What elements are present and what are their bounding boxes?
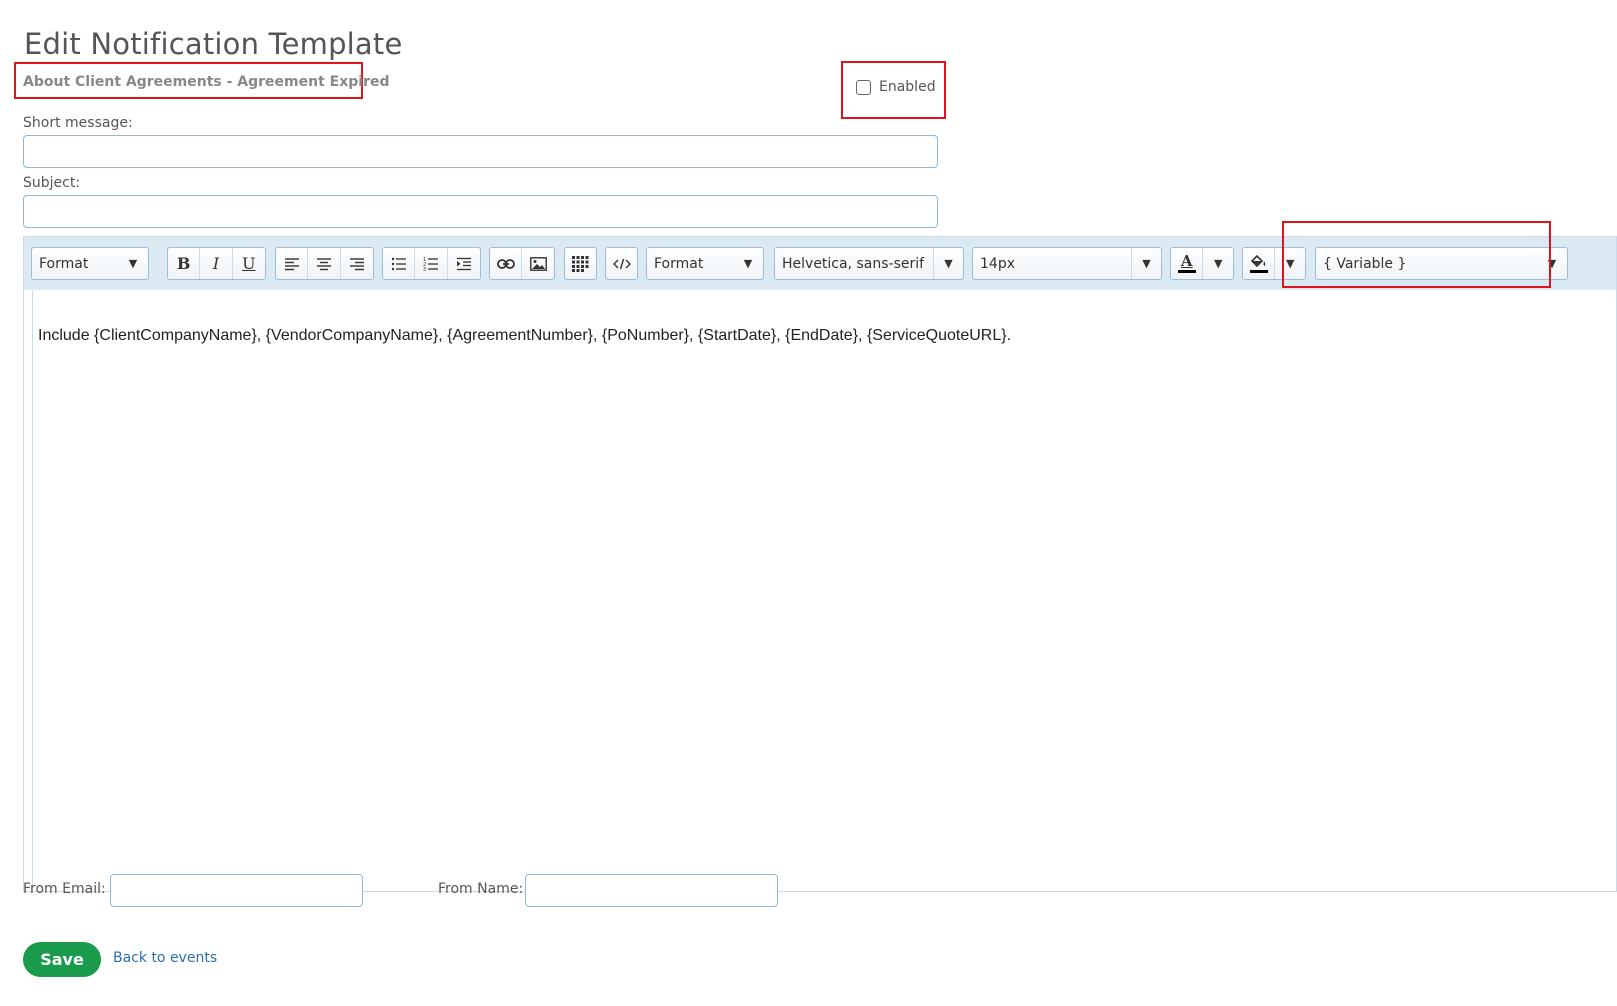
text-style-group: B I U [167,247,266,280]
subject-input[interactable] [23,195,938,228]
code-icon [612,258,631,269]
from-email-input[interactable] [110,874,363,907]
numbered-list-icon: 123 [423,257,439,271]
short-message-label: Short message: [23,115,133,131]
indent-icon [456,257,471,270]
font-family-value: Helvetica, sans-serif [782,255,925,272]
enabled-label: Enabled [879,79,936,95]
text-color-swatch [1177,270,1196,273]
image-button[interactable] [522,248,554,279]
variable-highlight [1282,221,1551,288]
svg-text:3: 3 [423,267,426,271]
paragraph-format-value: Format [654,255,704,272]
table-icon [572,255,589,272]
align-center-icon [317,257,332,270]
from-email-label: From Email: [23,881,106,897]
from-name-input[interactable] [525,874,778,907]
save-button[interactable]: Save [23,942,101,977]
bold-button[interactable]: B [168,248,201,279]
align-left-button[interactable] [276,248,309,279]
table-button[interactable] [565,248,596,279]
italic-button[interactable]: I [200,248,233,279]
list-group: 123 [382,247,481,280]
enabled-checkbox[interactable] [856,79,871,95]
text-color-icon: A [1180,252,1193,270]
image-icon [529,256,547,271]
chevron-down-icon: ▼ [743,257,753,270]
background-color-button[interactable] [1243,248,1276,279]
chevron-down-icon: ▼ [128,257,138,270]
chevron-down-icon: ▼ [933,248,963,279]
align-right-button[interactable] [341,248,373,279]
event-name: About Client Agreements - Agreement Expi… [23,74,390,90]
table-group [564,247,597,280]
short-message-input[interactable] [23,135,938,168]
code-group [605,247,638,280]
paragraph-format-dropdown[interactable]: Format ▼ [646,247,764,280]
chevron-down-icon: ▼ [1131,248,1161,279]
underline-icon: U [242,254,256,273]
block-format-value: Format [39,255,89,272]
font-family-dropdown[interactable]: Helvetica, sans-serif ▼ [774,247,964,280]
rich-text-editor: Format ▼ B I U 123 Format ▼ Helvetica, s… [23,236,1617,892]
editor-content[interactable]: Include {ClientCompanyName}, {VendorComp… [32,291,1616,891]
from-name-label: From Name: [438,881,524,897]
subject-label: Subject: [23,175,81,191]
back-to-events-link[interactable]: Back to events [113,950,217,966]
align-right-icon [349,257,364,270]
align-group [275,247,374,280]
italic-icon: I [212,254,220,273]
align-left-icon [284,257,299,270]
text-color-button[interactable]: A [1171,248,1204,279]
paint-bucket-icon [1251,254,1266,267]
text-color-group: A ▼ [1170,247,1234,280]
numbered-list-button[interactable]: 123 [415,248,448,279]
font-size-dropdown[interactable]: 14px ▼ [972,247,1162,280]
bullet-list-icon [391,257,406,270]
font-size-value: 14px [980,255,1015,272]
block-format-dropdown[interactable]: Format ▼ [31,247,149,280]
bold-icon: B [176,254,191,273]
indent-button[interactable] [448,248,480,279]
bullet-list-button[interactable] [383,248,416,279]
link-icon [496,258,515,269]
enabled-toggle[interactable]: Enabled [856,79,936,95]
editor-body-text: Include {ClientCompanyName}, {VendorComp… [38,327,1012,344]
background-color-swatch [1249,269,1268,273]
source-code-button[interactable] [606,248,637,279]
link-button[interactable] [490,248,523,279]
underline-button[interactable]: U [233,248,265,279]
insert-group [489,247,555,280]
align-center-button[interactable] [308,248,341,279]
chevron-down-icon[interactable]: ▼ [1203,248,1233,279]
page-title: Edit Notification Template [24,27,403,61]
